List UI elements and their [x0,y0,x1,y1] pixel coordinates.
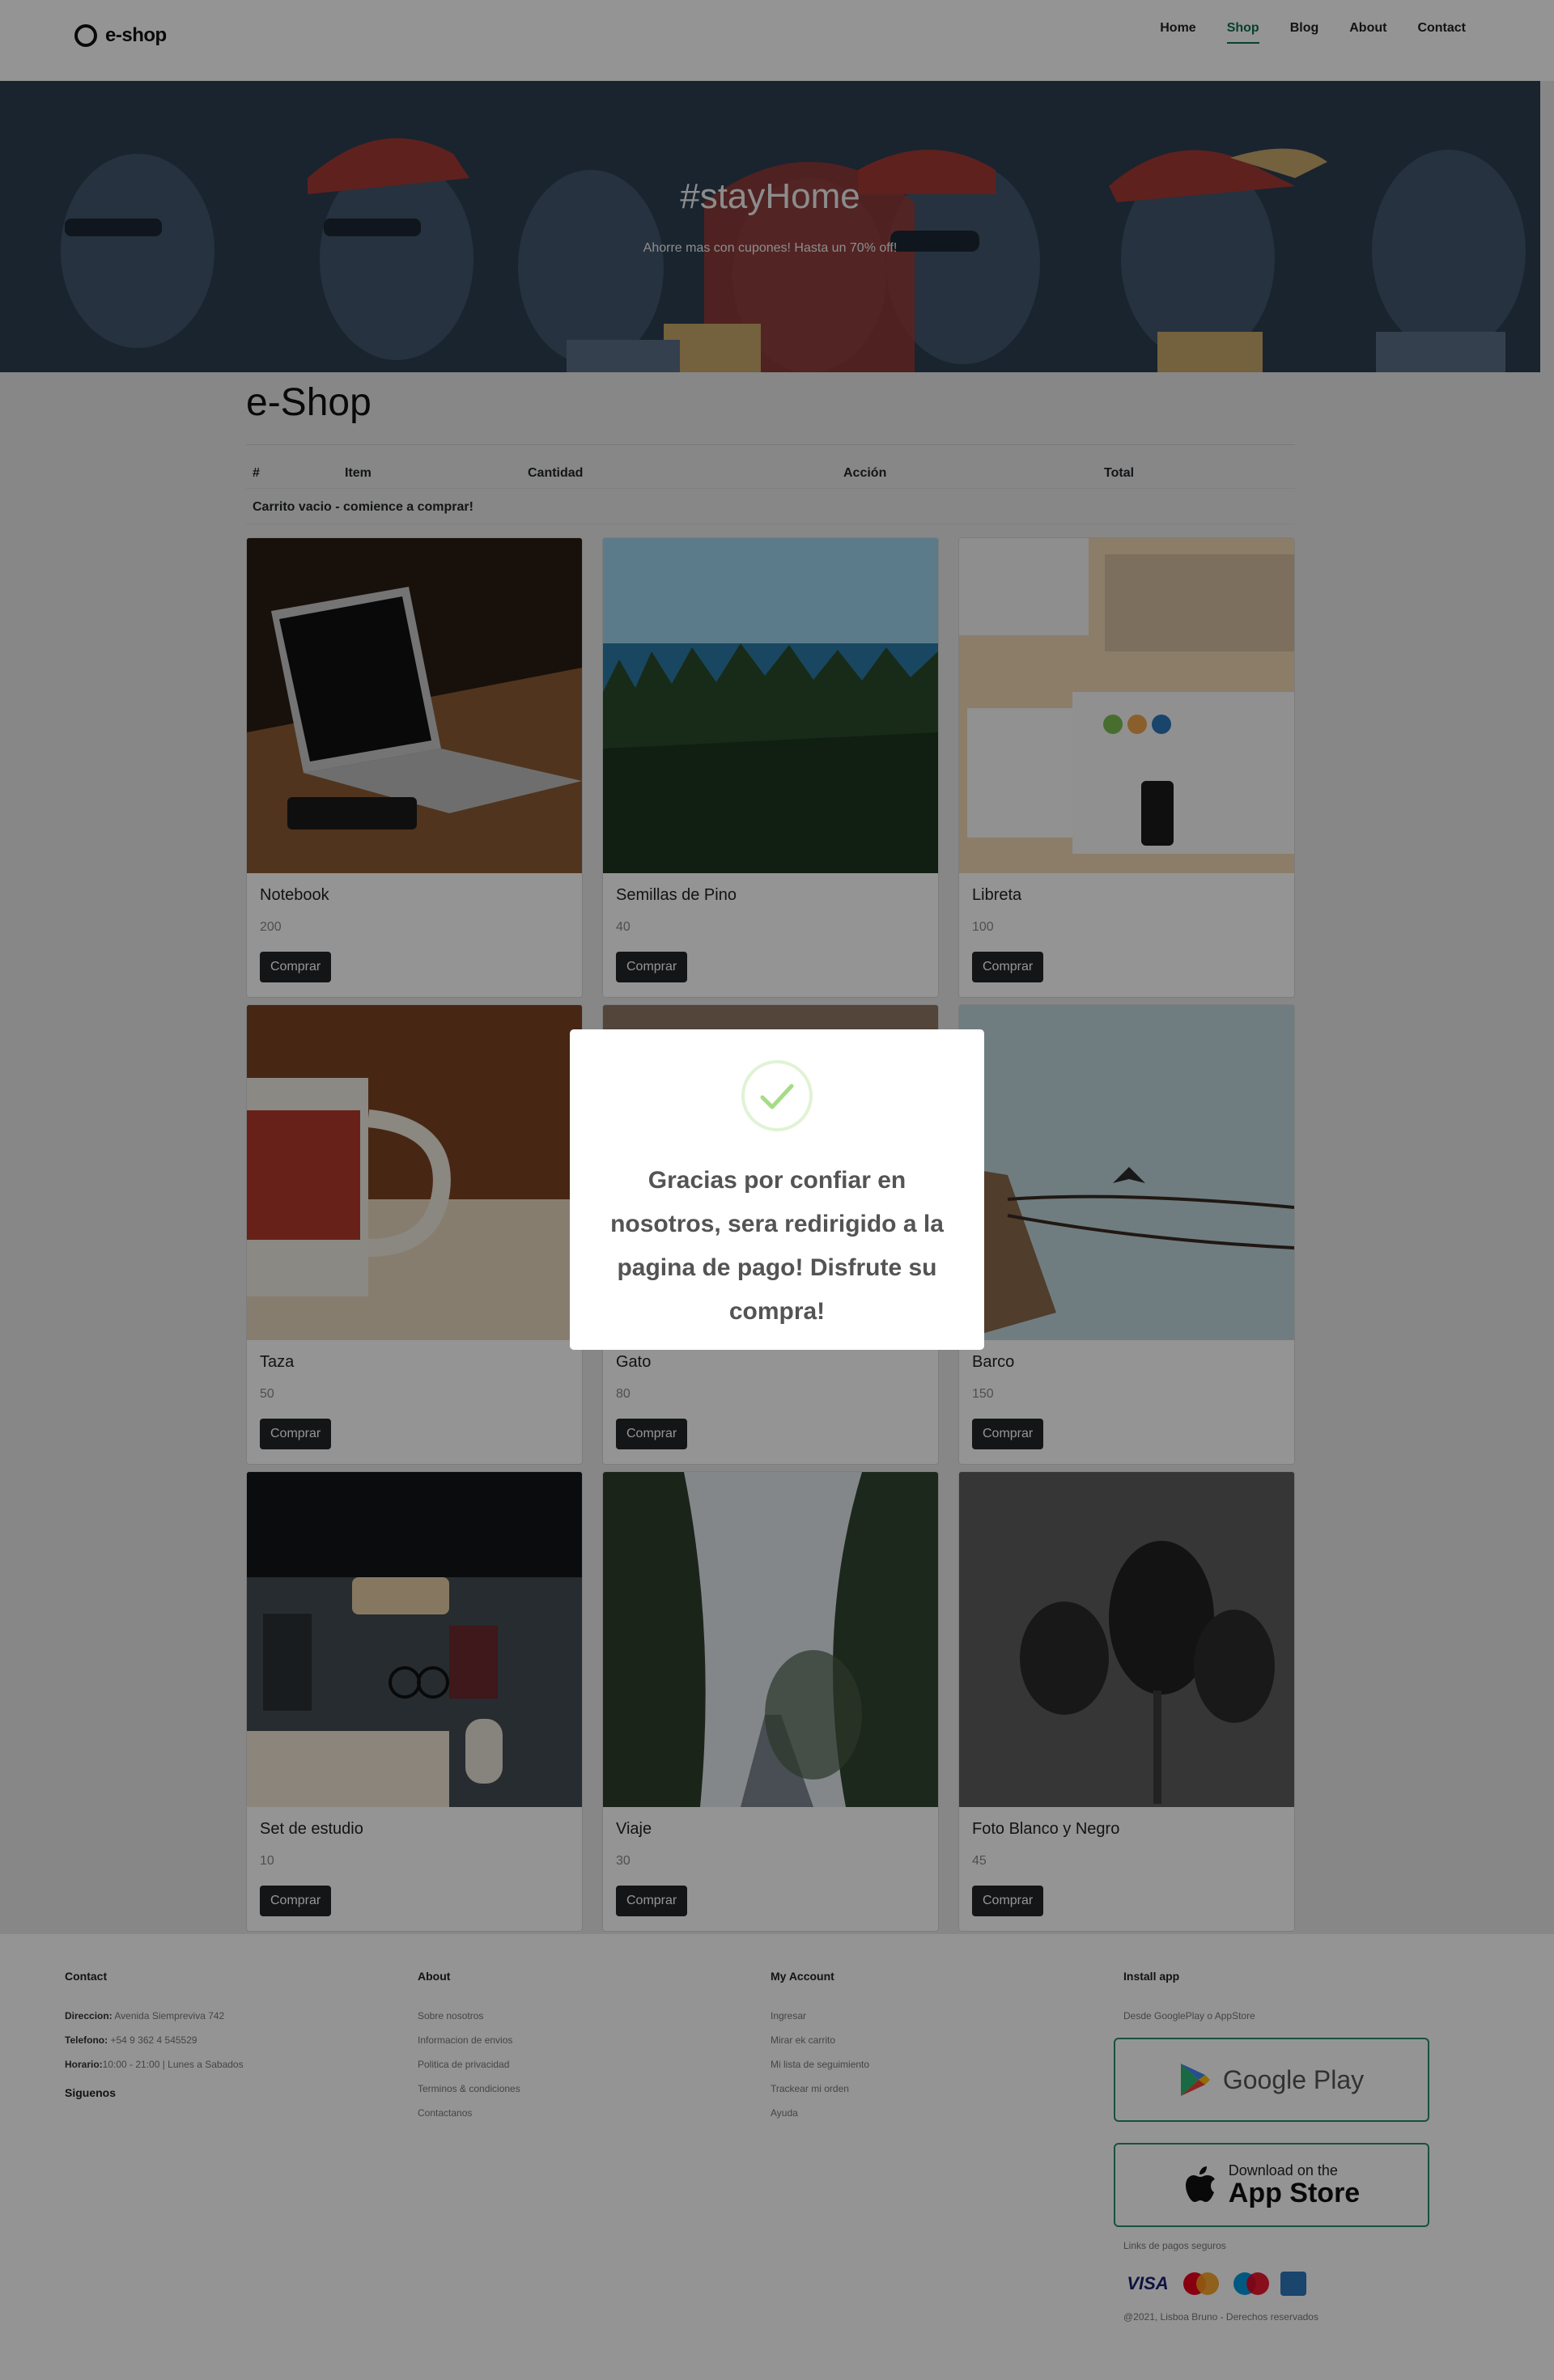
success-check-icon [760,1084,794,1109]
modal-message: Gracias por confiar en nosotros, sera re… [610,1167,944,1325]
success-modal: Gracias por confiar en nosotros, sera re… [570,1029,984,1350]
success-ring [741,1060,813,1131]
